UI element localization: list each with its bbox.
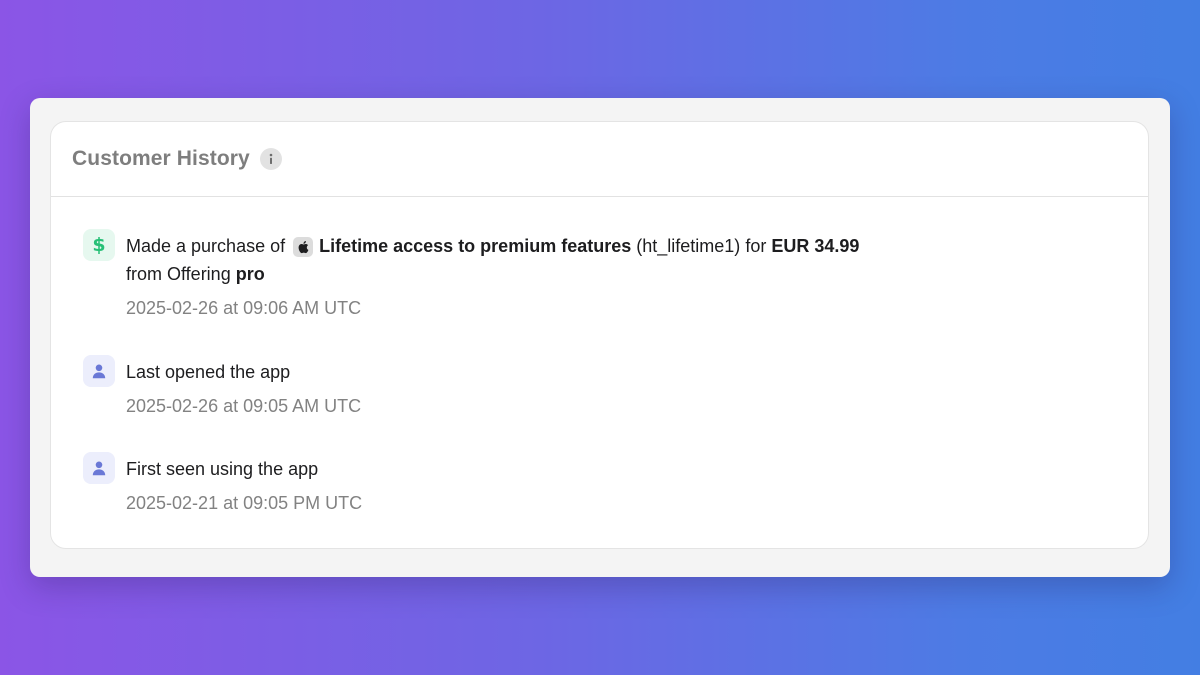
- event-first-seen: First seen using the app 2025-02-21 at 0…: [83, 452, 362, 514]
- for-text: for: [745, 236, 767, 256]
- apple-icon: [293, 237, 314, 257]
- purchase-prefix: Made a purchase of: [126, 236, 286, 256]
- offering-name: pro: [235, 264, 265, 284]
- product-id: (ht_lifetime1): [636, 236, 741, 256]
- product-name: Lifetime access to premium features: [319, 236, 632, 256]
- dollar-icon: $: [83, 229, 115, 261]
- customer-history-card: Customer History $ Made a purchase of Li…: [50, 121, 1149, 549]
- info-icon[interactable]: [259, 148, 282, 170]
- outer-frame: Customer History $ Made a purchase of Li…: [30, 98, 1170, 577]
- event-last-opened: Last opened the app 2025-02-26 at 09:05 …: [83, 355, 361, 417]
- offering-prefix: from Offering: [126, 264, 231, 284]
- event-timestamp: 2025-02-26 at 09:06 AM UTC: [126, 298, 362, 318]
- card-title: Customer History: [72, 147, 250, 170]
- card-header: Customer History: [51, 122, 1148, 197]
- user-icon: [83, 355, 115, 387]
- event-timestamp: 2025-02-26 at 09:05 AM UTC: [126, 396, 362, 416]
- user-icon: [83, 452, 115, 484]
- purchase-description: Made a purchase of Lifetime access to pr…: [126, 232, 859, 288]
- event-description: First seen using the app: [126, 459, 319, 479]
- event-timestamp: 2025-02-21 at 09:05 PM UTC: [126, 493, 363, 513]
- purchase-price: EUR 34.99: [771, 236, 860, 256]
- event-description: Last opened the app: [126, 362, 291, 382]
- event-purchase: $ Made a purchase of Lifetime access to …: [83, 229, 859, 319]
